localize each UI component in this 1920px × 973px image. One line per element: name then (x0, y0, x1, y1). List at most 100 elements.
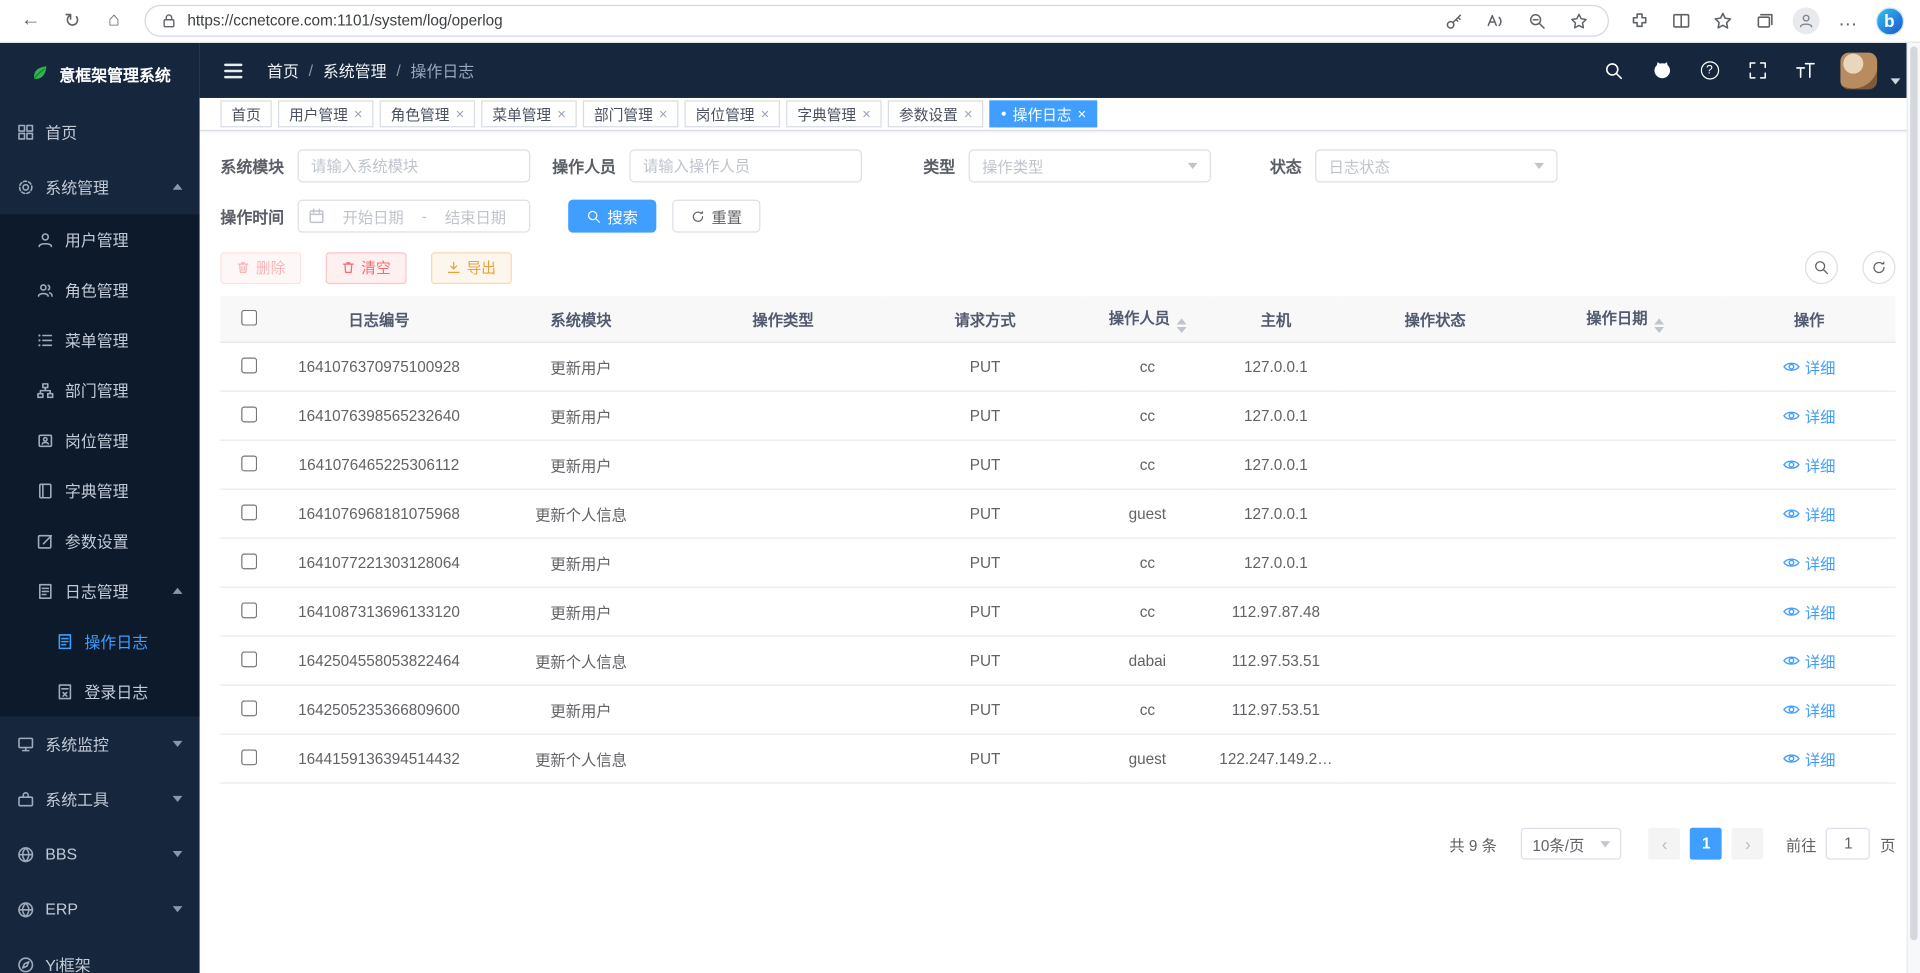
header-search-button[interactable] (1602, 58, 1626, 82)
export-button[interactable]: 导出 (431, 252, 512, 284)
tab-department-management[interactable]: 部门管理× (583, 100, 679, 127)
back-button[interactable]: ← (12, 4, 49, 38)
sidebar-item-login-log[interactable]: 登录日志 (0, 666, 200, 716)
password-button[interactable] (1439, 4, 1468, 38)
detail-link[interactable]: 详细 (1783, 453, 1836, 476)
address-bar[interactable]: https://ccnetcore.com:1101/system/log/op… (144, 5, 1608, 37)
sort-caret-icon[interactable] (1176, 318, 1186, 333)
status-select[interactable]: 日志状态 (1315, 149, 1557, 182)
profile-button[interactable] (1788, 4, 1825, 38)
column-date[interactable]: 操作日期 (1527, 296, 1723, 342)
close-icon[interactable]: × (659, 107, 668, 122)
clear-button[interactable]: 清空 (326, 252, 407, 284)
column-operator[interactable]: 操作人员 (1086, 296, 1208, 342)
tab-dict-management[interactable]: 字典管理× (786, 100, 882, 127)
row-checkbox[interactable] (241, 357, 257, 373)
sidebar-item-dict-management[interactable]: 字典管理 (0, 465, 200, 515)
goto-page-input[interactable] (1826, 828, 1870, 860)
row-checkbox[interactable] (241, 651, 257, 667)
github-button[interactable] (1649, 58, 1673, 82)
sidebar-item-home[interactable]: 首页 (0, 104, 200, 159)
tab-role-management[interactable]: 角色管理× (380, 100, 476, 127)
prev-page-button[interactable]: ‹ (1649, 828, 1681, 860)
page-number-button[interactable]: 1 (1690, 828, 1722, 860)
reset-button[interactable]: 重置 (672, 200, 760, 233)
date-range-picker[interactable]: 开始日期 - 结束日期 (298, 200, 531, 233)
close-icon[interactable]: × (557, 107, 566, 122)
sidebar-item-role-management[interactable]: 角色管理 (0, 264, 200, 314)
detail-link[interactable]: 详细 (1783, 649, 1836, 672)
split-screen-button[interactable] (1663, 4, 1700, 38)
sidebar-item-menu-management[interactable]: 菜单管理 (0, 315, 200, 365)
operator-input[interactable] (629, 149, 862, 182)
select-all-checkbox[interactable] (241, 309, 257, 325)
detail-link[interactable]: 详细 (1783, 600, 1836, 623)
row-checkbox[interactable] (241, 406, 257, 422)
sidebar-toggle[interactable] (219, 58, 247, 82)
sidebar-item-erp[interactable]: ERP (0, 882, 200, 937)
sidebar-item-parameter-settings[interactable]: 参数设置 (0, 516, 200, 566)
tab-menu-management[interactable]: 菜单管理× (481, 100, 577, 127)
breadcrumb-item-home[interactable]: 首页 (267, 59, 299, 82)
tab-user-management[interactable]: 用户管理× (278, 100, 374, 127)
read-aloud-button[interactable] (1480, 4, 1509, 38)
refresh-table-button[interactable] (1862, 251, 1895, 284)
detail-link[interactable]: 详细 (1783, 404, 1836, 427)
close-icon[interactable]: × (964, 107, 973, 122)
row-checkbox[interactable] (241, 602, 257, 618)
fullscreen-button[interactable] (1745, 58, 1769, 82)
row-checkbox[interactable] (241, 455, 257, 471)
sort-caret-icon[interactable] (1654, 318, 1664, 333)
row-checkbox[interactable] (241, 504, 257, 520)
extensions-button[interactable] (1621, 4, 1658, 38)
close-icon[interactable]: × (1078, 107, 1087, 122)
sidebar-item-bbs[interactable]: BBS (0, 827, 200, 882)
row-checkbox[interactable] (241, 749, 257, 765)
home-button[interactable]: ⌂ (96, 4, 133, 38)
help-button[interactable]: ? (1697, 58, 1721, 82)
row-checkbox[interactable] (241, 553, 257, 569)
breadcrumb-item-system[interactable]: 系统管理 (323, 59, 387, 82)
sidebar-item-log-management[interactable]: 日志管理 (0, 566, 200, 616)
collections-button[interactable] (1746, 4, 1783, 38)
more-menu-button[interactable]: … (1829, 4, 1866, 38)
zoom-out-button[interactable] (1522, 4, 1551, 38)
sidebar-item-post-management[interactable]: 岗位管理 (0, 415, 200, 465)
scrollbar-thumb[interactable] (1910, 47, 1917, 940)
sidebar-item-system-tools[interactable]: 系统工具 (0, 771, 200, 826)
detail-link[interactable]: 详细 (1783, 551, 1836, 574)
copilot-button[interactable]: b (1871, 4, 1908, 38)
user-avatar[interactable] (1840, 52, 1877, 89)
sidebar-item-system-monitoring[interactable]: 系统监控 (0, 716, 200, 771)
search-button[interactable]: 搜索 (568, 200, 656, 233)
sidebar-item-yi-framework[interactable]: Yi框架 (0, 937, 200, 973)
add-favorite-button[interactable] (1564, 4, 1593, 38)
refresh-button[interactable]: ↻ (54, 4, 91, 38)
tab-home[interactable]: 首页 (220, 100, 271, 127)
sidebar-item-user-management[interactable]: 用户管理 (0, 214, 200, 264)
toggle-search-button[interactable] (1805, 251, 1838, 284)
type-select[interactable]: 操作类型 (969, 149, 1211, 182)
detail-link[interactable]: 详细 (1783, 502, 1836, 525)
sidebar-item-system-management[interactable]: 系统管理 (0, 159, 200, 214)
close-icon[interactable]: × (862, 107, 871, 122)
close-icon[interactable]: × (456, 107, 465, 122)
detail-link[interactable]: 详细 (1783, 698, 1836, 721)
row-checkbox[interactable] (241, 700, 257, 716)
tab-post-management[interactable]: 岗位管理× (685, 100, 781, 127)
module-input[interactable] (298, 149, 531, 182)
tab-operation-log[interactable]: ●操作日志× (990, 100, 1098, 127)
next-page-button[interactable]: › (1732, 828, 1764, 860)
tab-parameter-settings[interactable]: 参数设置× (888, 100, 984, 127)
app-logo[interactable]: 意框架管理系统 (0, 43, 200, 104)
sidebar-item-department-management[interactable]: 部门管理 (0, 365, 200, 415)
favorites-button[interactable] (1704, 4, 1741, 38)
page-scrollbar[interactable] (1907, 43, 1920, 973)
delete-button[interactable]: 删除 (220, 252, 301, 284)
page-size-select[interactable]: 10条/页 (1521, 828, 1621, 860)
close-icon[interactable]: × (354, 107, 363, 122)
close-icon[interactable]: × (761, 107, 770, 122)
detail-link[interactable]: 详细 (1783, 355, 1836, 378)
sidebar-item-operation-log[interactable]: 操作日志 (0, 616, 200, 666)
detail-link[interactable]: 详细 (1783, 747, 1836, 770)
